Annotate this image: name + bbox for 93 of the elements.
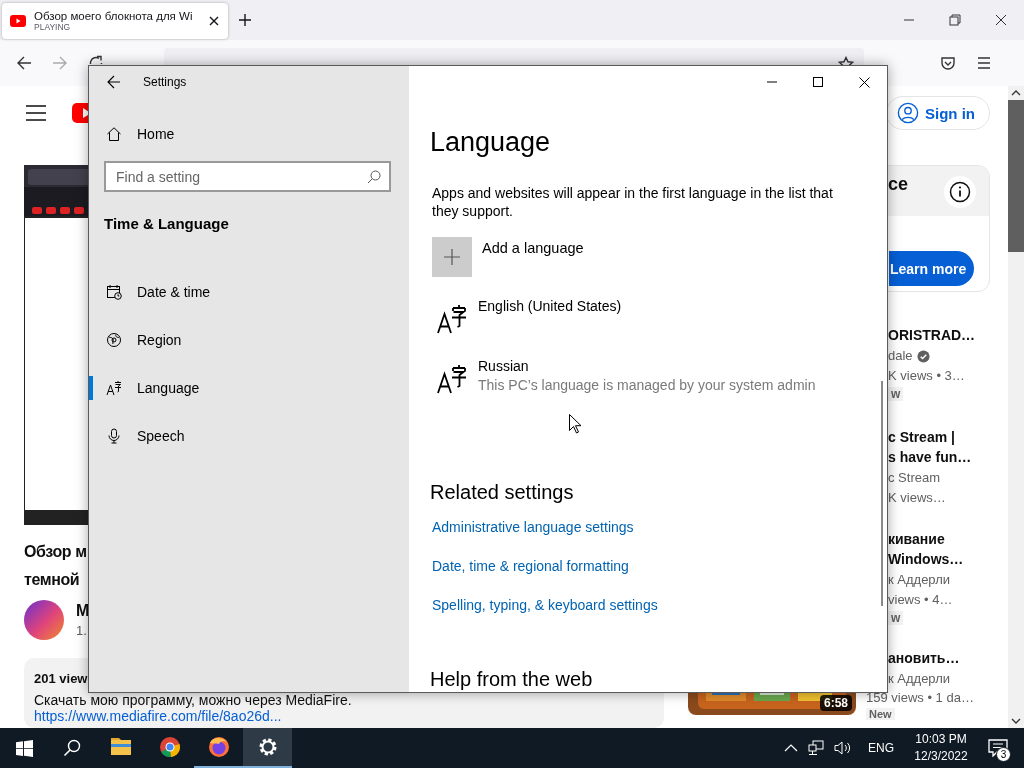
view-count: 201 view <box>34 671 88 686</box>
nav-item[interactable]: Date & time <box>89 268 409 316</box>
nav-item[interactable]: Region <box>89 316 409 364</box>
video-title: Обзор м <box>24 542 87 562</box>
search-field[interactable]: Find a setting <box>104 161 391 192</box>
account-icon <box>897 102 919 124</box>
settings-link[interactable]: Administrative language settings <box>432 519 634 535</box>
input-language[interactable]: ENG <box>868 741 894 755</box>
info-icon[interactable] <box>949 181 971 203</box>
description-text: Apps and websites will appear in the first language in the list that they support. <box>432 185 833 219</box>
scrollbar[interactable] <box>1008 86 1024 728</box>
language-name[interactable]: English (United States) <box>478 297 622 315</box>
menu-icon[interactable] <box>976 55 992 71</box>
nav-item[interactable]: Speech <box>89 412 409 460</box>
video-badge: w <box>888 387 904 401</box>
volume-icon[interactable] <box>834 740 852 756</box>
network-icon[interactable] <box>808 740 824 756</box>
verified-icon <box>916 349 930 363</box>
video-meta: K views • 3… <box>888 367 965 385</box>
scrollbar-thumb[interactable] <box>881 381 883 606</box>
description-text: Скачать мою программу, можно через MediaFire. <box>34 692 352 708</box>
scrollbar-thumb[interactable] <box>1008 100 1024 252</box>
settings-link[interactable]: Spelling, typing, & keyboard settings <box>432 597 658 613</box>
star-icon[interactable] <box>838 56 854 65</box>
microphone-icon <box>106 428 122 444</box>
section-title: Time & Language <box>104 215 229 232</box>
video-title[interactable]: ановить… <box>888 648 960 668</box>
video-play-icon <box>10 15 26 27</box>
back-icon[interactable] <box>107 75 121 89</box>
channel-name: c Stream <box>888 469 940 487</box>
notifications-icon[interactable] <box>988 739 1008 757</box>
video-title[interactable]: Windows… <box>888 549 964 569</box>
window-title: Settings <box>143 75 187 89</box>
video-badge: w <box>888 611 904 625</box>
video-title: темной <box>24 570 80 590</box>
windows-start-icon[interactable] <box>15 739 33 757</box>
mouse-pointer-icon <box>569 414 581 434</box>
new-tab-icon[interactable] <box>238 13 252 27</box>
section-heading: Related settings <box>430 481 574 503</box>
sign-in-button[interactable]: Sign in <box>886 96 990 130</box>
language-icon <box>436 363 468 395</box>
close-icon[interactable] <box>208 15 220 27</box>
video-title[interactable]: c Stream | <box>888 427 955 447</box>
restore-icon[interactable] <box>949 14 961 26</box>
notification-count: 3 <box>996 747 1011 762</box>
video-meta: K views… <box>888 489 946 507</box>
chrome-icon <box>157 735 182 759</box>
page-heading: Language <box>430 127 551 157</box>
channel-name[interactable]: М <box>76 600 90 622</box>
search-icon <box>367 169 381 184</box>
language-note: This PC’s language is managed by your system admin <box>478 376 816 395</box>
video-meta: views • 4… <box>888 591 953 609</box>
home-link[interactable]: Home <box>106 122 409 146</box>
video-meta: 159 views • 1 da… <box>866 690 974 706</box>
home-icon <box>106 126 122 142</box>
maximize-icon[interactable] <box>813 77 823 87</box>
chevron-up-icon[interactable] <box>784 744 798 752</box>
browser-tab[interactable]: Обзор моего блокнота для Wi PLAYING <box>2 3 228 39</box>
taskbar-button[interactable] <box>243 728 292 768</box>
language-icon <box>106 380 122 396</box>
search-icon[interactable] <box>63 739 81 757</box>
close-icon[interactable] <box>858 76 870 88</box>
video-duration: 6:58 <box>819 695 852 711</box>
channel-name: к Аддерли <box>888 670 950 688</box>
pocket-icon[interactable] <box>940 55 956 71</box>
video-title[interactable]: кивание <box>888 529 945 549</box>
learn-more-button[interactable]: Learn more <box>889 251 974 286</box>
globe-icon <box>106 332 122 348</box>
video-badge: New <box>866 708 895 720</box>
subscriber-count: 1. <box>76 622 88 640</box>
channel-name: к Аддерли <box>888 571 950 589</box>
video-title[interactable]: s have fun… <box>888 447 972 467</box>
address-field[interactable] <box>164 48 864 65</box>
channel-name: dale <box>888 347 913 365</box>
calendar-clock-icon <box>106 284 122 300</box>
section-heading: Help from the web <box>430 668 593 690</box>
close-icon[interactable] <box>995 14 1007 26</box>
add-language-button[interactable]: Add a language <box>432 237 881 277</box>
plus-icon <box>444 249 460 265</box>
language-icon <box>436 303 468 335</box>
clock[interactable]: 10:03 PM 12/3/2022 <box>914 731 968 765</box>
youtube-logo-icon[interactable] <box>72 103 88 123</box>
language-name[interactable]: Russian <box>478 357 816 375</box>
back-icon[interactable] <box>16 55 32 71</box>
scroll-down-icon[interactable] <box>1011 718 1021 724</box>
description-link[interactable]: https://www.mediafire.com/file/8ao26d... <box>34 708 282 724</box>
video-title[interactable]: ORISTRAD… <box>888 325 976 345</box>
firefox-icon <box>206 735 231 759</box>
scroll-up-icon[interactable] <box>1011 90 1021 96</box>
menu-icon[interactable] <box>26 105 46 121</box>
settings-link[interactable]: Date, time & regional formatting <box>432 558 629 574</box>
promo-title: ce <box>888 174 909 195</box>
channel-avatar[interactable] <box>24 600 64 640</box>
